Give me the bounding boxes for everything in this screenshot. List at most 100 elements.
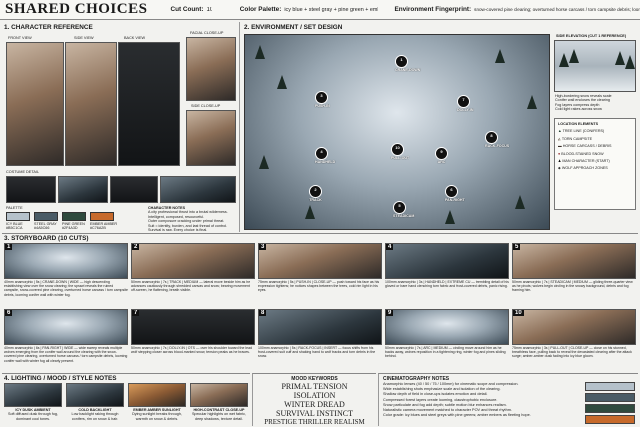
marker-cut-4: 4 HANDHELD [315, 147, 335, 164]
cut-move-label: RACK-FOCUS [485, 144, 510, 148]
conifer-tree [445, 210, 455, 224]
mood-section: MOOD KEYWORDS PRIMAL TENSION ISOLATION W… [252, 373, 376, 426]
lighting-item: EMBER AMBER SUNLIGHT Dying sunlight break… [132, 408, 182, 421]
conifer-tree [277, 75, 287, 89]
wolf-icon: ◆ [558, 166, 561, 171]
elevation-note: Cold light rakes across snow [555, 107, 602, 112]
cut-count-value: 10 [206, 6, 212, 13]
costume-detail-image-4 [160, 176, 236, 203]
cut-description: 75mm anamorphic | 5s | PUSH-IN | CLOSE-U… [258, 280, 380, 293]
environment-section: 2. ENVIRONMENT / SET DESIGN 1 CRANE-DOWN … [242, 22, 638, 232]
swatch-ember-amber [90, 212, 114, 221]
swatch-icy-blue [6, 212, 30, 221]
conifer-tree [559, 53, 569, 67]
front-view-label: FRONT VIEW [8, 36, 32, 40]
cut-move-label: PULL-OUT [391, 156, 410, 160]
cut-number-marker: 2 [309, 185, 322, 198]
side-elevation-title: SIDE ELEVATION (CUT 1 REFERENCE) [556, 34, 627, 38]
cut-number: 6 [5, 310, 13, 316]
storyboard-frame: 5 [512, 243, 636, 279]
blood-icon: ● [558, 151, 561, 156]
mood-keyword: PRIMAL TENSION [281, 382, 348, 391]
cut-move-label: ARC [437, 160, 446, 164]
grade-swatch-2 [585, 393, 635, 402]
header-bar: SHARED CHOICES Cut Count: 10 Color Palet… [0, 0, 640, 20]
side-elevation-image [554, 40, 636, 92]
conifer-tree [495, 49, 505, 63]
facial-closeup-label: FACIAL CLOSE-UP [190, 31, 224, 35]
lighting-item: COLD BACKLIGHT Low backlight raking throu… [71, 408, 119, 421]
storyboard-cut-8: 8 100mm anamorphic | 5s | RACK-FOCUS | IN… [258, 309, 382, 373]
legend-title: LOCATION ELEMENTS [558, 122, 599, 126]
cut-number-marker: 9 [435, 147, 448, 160]
marker-cut-10: 10 PULL-OUT [391, 143, 409, 160]
legend-item: ♟ MAN CHARACTER (START) [558, 159, 610, 164]
facial-closeup-image [186, 37, 236, 101]
marker-cut-3: 3 PUSH-IN [315, 91, 330, 108]
marker-cut-5: 5 STEADICAM [393, 201, 414, 218]
conifer-tree [255, 45, 265, 59]
storyboard-frame: 1 [4, 243, 128, 279]
cut-description: 75mm anamorphic | 3s | PULL-OUT | CLOSE-… [512, 346, 632, 359]
palette-label: PALETTE [6, 206, 23, 210]
cut-number-marker: 7 [457, 95, 470, 108]
costume-detail-image-3 [110, 176, 158, 203]
lighting-image-2 [66, 383, 124, 407]
swatch-pine-green [62, 212, 86, 221]
character-notes: CHARACTER NOTES A city professional thru… [148, 206, 238, 232]
legend-item: ▲ TREE LINE (CONIFERS) [558, 129, 605, 134]
back-view-label: BACK VIEW [124, 36, 146, 40]
storyboard-frame: 9 [385, 309, 509, 345]
side-view-image [65, 42, 117, 166]
mood-keyword: SURVIVAL INSTINCT [276, 409, 353, 418]
cut-number-marker: 4 [315, 147, 328, 160]
cut-number-marker: 6 [445, 185, 458, 198]
legend-item: ● BLOOD-STAINED SNOW [558, 151, 604, 156]
lighting-item: ICY DUSK AMBIENT Soft diffused dusk throu… [8, 408, 58, 421]
character-note: Survival is raw. Every choice is final. [148, 228, 208, 233]
cut-number: 3 [259, 244, 267, 250]
front-view-image [6, 42, 64, 166]
cut-move-label: TRACK [309, 198, 322, 202]
cut-number: 8 [259, 310, 267, 316]
cut-description: 100mm anamorphic | 5s | RACK-FOCUS | INS… [258, 346, 376, 359]
swatch-hex-icy-blue: #B5C1CA [6, 226, 23, 230]
cut-description: 40mm anamorphic | 5s | CRANE-DOWN | WIDE… [4, 280, 128, 297]
lighting-section: 4. LIGHTING / MOOD / STYLE NOTES ICY DUS… [2, 373, 250, 426]
mood-keyword: ISOLATION [293, 391, 336, 400]
storyboard-cut-2: 2 50mm anamorphic | 7s | TRACK | MEDIUM —… [131, 243, 255, 307]
lighting-image-4 [190, 383, 248, 407]
storyboard-cut-1: 1 40mm anamorphic | 5s | CRANE-DOWN | WID… [4, 243, 128, 307]
mood-keyword: PRESTIGE THRILLER REALISM [264, 418, 365, 426]
side-closeup-image [186, 110, 236, 166]
costume-detail-image-1 [6, 176, 56, 203]
page-title: SHARED CHOICES [5, 1, 148, 17]
swatch-hex-ember-amber: #C76A2B [90, 226, 106, 230]
marker-cut-9: 9 ARC [435, 147, 448, 164]
palette-value: icy blue + steel gray + pine green + emb… [284, 6, 378, 13]
lighting-item: HIGH-CONTRAST CLOSE-UP Specular highlight… [191, 408, 247, 421]
legend-item: ◆ WOLF APPROACH ZONES [558, 166, 608, 171]
lighting-heading: 4. LIGHTING / MOOD / STYLE NOTES [4, 375, 117, 382]
cut-description: 50mm anamorphic | 7s | STEADICAM | MEDIU… [512, 280, 633, 293]
lighting-image-1 [4, 383, 62, 407]
cut-number: 10 [513, 310, 524, 316]
storyboard-cut-3: 3 75mm anamorphic | 5s | PUSH-IN | CLOSE-… [258, 243, 382, 307]
conifer-tree [259, 155, 269, 169]
side-closeup-label: SIDE CLOSE-UP [191, 104, 221, 108]
marker-cut-7: 7 DOLLY-IN [457, 95, 473, 112]
cut-number-marker: 8 [485, 131, 498, 144]
person-icon: ♟ [558, 159, 562, 164]
location-legend: LOCATION ELEMENTS ▲ TREE LINE (CONIFERS)… [554, 118, 636, 210]
marker-cut-1: 1 CRANE-DOWN [395, 55, 420, 72]
grade-swatch-1 [585, 382, 635, 391]
cut-description: 50mm anamorphic | 7s | ARC | MEDIUM — ci… [385, 346, 506, 359]
conifer-tree [515, 195, 525, 209]
cut-number: 5 [513, 244, 521, 250]
marker-cut-8: 8 RACK-FOCUS [485, 131, 509, 148]
conifer-tree [305, 205, 315, 219]
conifer-tree [615, 51, 625, 65]
env-value: snow-covered pine clearing; overturned h… [474, 7, 640, 12]
swatch-steel-gray [34, 212, 58, 221]
cut-number: 9 [386, 310, 394, 316]
